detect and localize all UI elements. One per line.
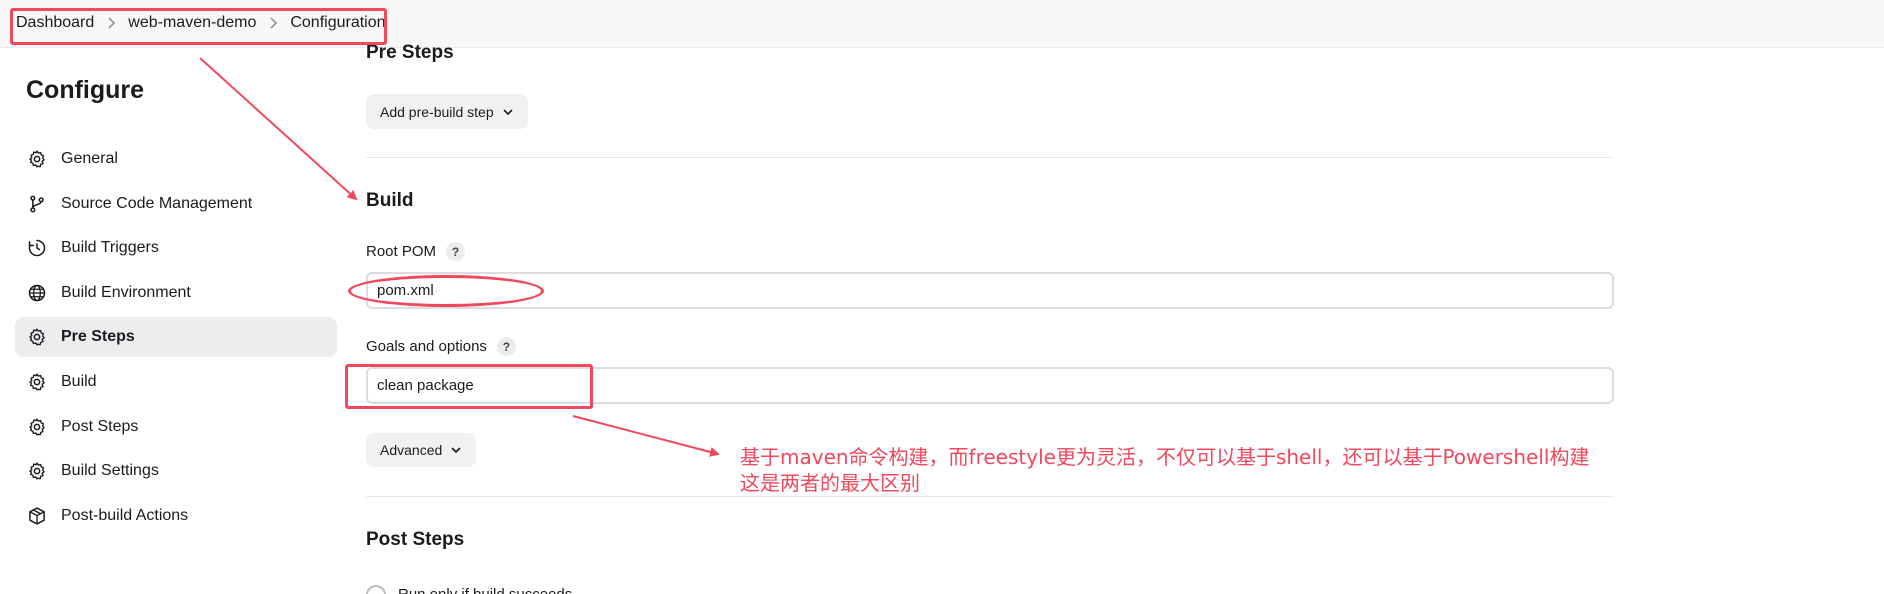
root-pom-label-text: Root POM	[366, 243, 437, 260]
clock-icon	[27, 238, 47, 258]
sidebar-item-label: General	[61, 150, 118, 167]
branch-icon	[27, 194, 47, 214]
gear-icon	[27, 372, 47, 392]
main-content: Pre Steps Add pre-build step Build Root …	[366, 0, 1616, 594]
sidebar-item-label: Build	[61, 372, 97, 390]
sidebar-item-general[interactable]: General	[15, 139, 337, 179]
sidebar-item-label: Build Environment	[61, 283, 191, 301]
chevron-down-icon	[450, 445, 462, 455]
sidebar-item-source-code-management[interactable]: Source Code Management	[15, 184, 337, 224]
pre-steps-title: Pre Steps	[366, 42, 454, 63]
sidebar-nav: General Source Code Management Build Tri…	[15, 139, 337, 540]
sidebar-item-build[interactable]: Build	[15, 362, 337, 402]
root-pom-highlight-ellipse	[348, 275, 544, 307]
package-icon	[27, 506, 47, 526]
build-title: Build	[366, 190, 414, 211]
annotation-line-2: 这是两者的最大区别	[740, 471, 920, 495]
sidebar-item-label: Build Settings	[61, 462, 159, 480]
sidebar-item-pre-steps[interactable]: Pre Steps	[15, 317, 337, 358]
sidebar-item-label: Post-build Actions	[61, 506, 189, 524]
add-pre-build-step-button[interactable]: Add pre-build step	[366, 94, 528, 129]
advanced-label: Advanced	[380, 442, 443, 458]
divider	[366, 157, 1614, 158]
run-only-if-success-radio[interactable]	[366, 585, 386, 594]
help-icon[interactable]: ?	[496, 337, 516, 356]
page-title: Configure	[26, 76, 145, 104]
globe-icon	[27, 283, 47, 303]
gear-icon	[27, 327, 47, 347]
sidebar-item-post-steps[interactable]: Post Steps	[15, 407, 337, 447]
gear-icon	[27, 417, 47, 437]
goals-label-text: Goals and options	[366, 338, 487, 355]
sidebar-item-label: Build Triggers	[61, 239, 159, 257]
annotation-note: 基于maven命令构建，而freestyle更为灵活，不仅可以基于shell，还…	[740, 444, 1589, 496]
run-only-if-success-label: Run only if build succeeds	[398, 586, 572, 594]
sidebar-item-build-settings[interactable]: Build Settings	[15, 451, 337, 491]
post-steps-title: Post Steps	[366, 529, 465, 550]
breadcrumb-highlight-box	[10, 8, 387, 45]
root-pom-label: Root POM ?	[366, 242, 466, 261]
root-pom-input[interactable]	[366, 272, 1614, 309]
divider	[366, 496, 1614, 497]
advanced-button[interactable]: Advanced	[366, 433, 477, 467]
sidebar-item-build-triggers[interactable]: Build Triggers	[15, 228, 337, 268]
chevron-down-icon	[502, 107, 514, 117]
sidebar-item-label: Pre Steps	[61, 328, 135, 346]
goals-label: Goals and options ?	[366, 337, 516, 356]
sidebar-item-label: Source Code Management	[61, 194, 253, 212]
add-pre-build-step-label: Add pre-build step	[380, 103, 494, 120]
goals-highlight-box	[345, 364, 593, 409]
sidebar-item-label: Post Steps	[61, 417, 139, 435]
gear-icon	[27, 149, 47, 169]
annotation-line-1: 基于maven命令构建，而freestyle更为灵活，不仅可以基于shell，还…	[740, 445, 1590, 469]
sidebar-item-post-build-actions[interactable]: Post-build Actions	[15, 496, 337, 536]
sidebar-item-build-environment[interactable]: Build Environment	[15, 273, 337, 313]
gear-icon	[27, 461, 47, 481]
help-icon[interactable]: ?	[446, 242, 466, 261]
